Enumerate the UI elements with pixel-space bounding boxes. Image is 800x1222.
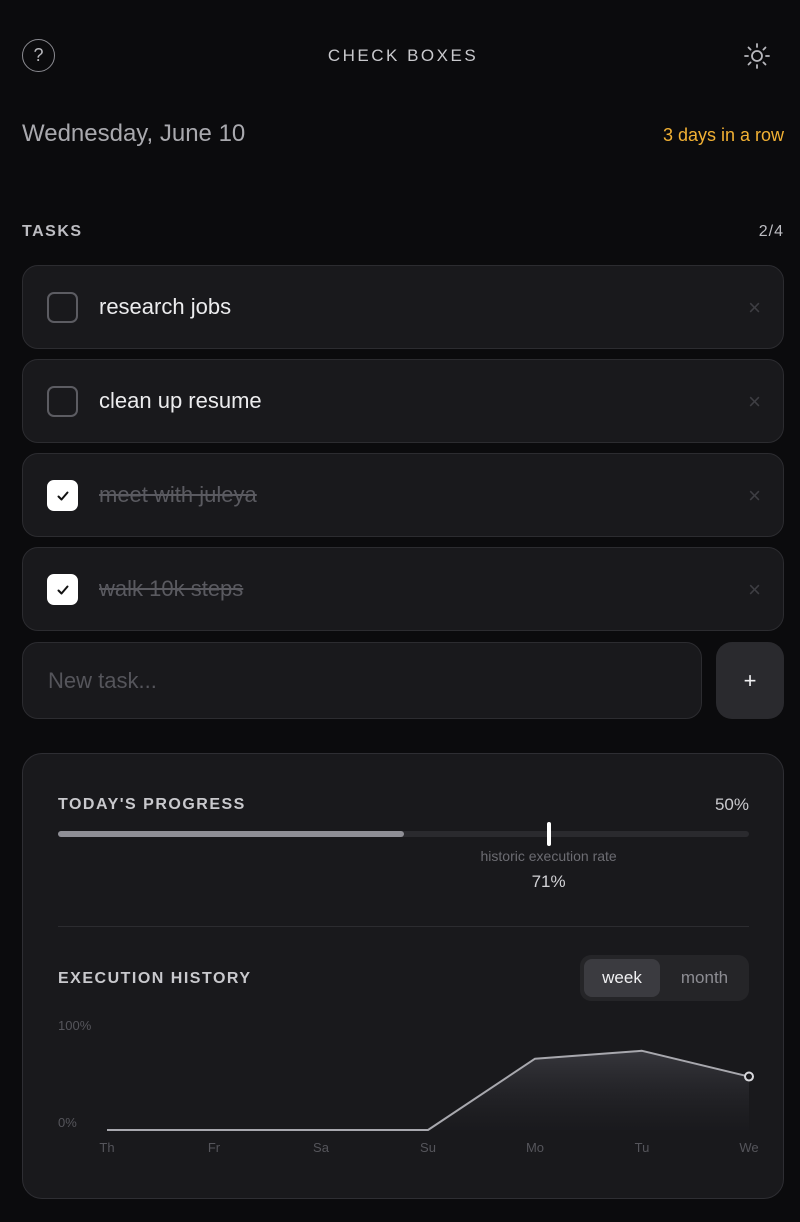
chart-point [744, 1071, 754, 1082]
task-item: meet with juleya × [22, 453, 784, 537]
task-label: research jobs [99, 294, 232, 319]
y-tick-label: 0% [58, 1115, 77, 1130]
task-checkbox-checked[interactable] [47, 574, 78, 605]
add-task-button[interactable]: + [716, 642, 784, 719]
tasks-count: 2/4 [758, 223, 784, 240]
week-toggle-button[interactable]: week [584, 959, 660, 997]
historic-rate-value: 71% [531, 872, 566, 891]
remove-task-icon[interactable]: × [748, 577, 761, 603]
x-tick-label: Mo [526, 1140, 544, 1155]
x-tick-label: Fr [208, 1140, 221, 1155]
current-date: Wednesday, June 10 [22, 120, 246, 147]
progress-bar [58, 822, 749, 846]
x-tick-label: Th [99, 1140, 114, 1155]
app-header: ? CHECK BOXES [22, 38, 784, 74]
execution-history-chart: Th Fr Sa Su Mo Tu We 100% 0% [58, 1018, 759, 1155]
chart-area [107, 1050, 749, 1130]
tasks-heading: TASKS [22, 223, 83, 240]
remove-task-icon[interactable]: × [748, 295, 761, 321]
progress-bar-fill [58, 831, 404, 837]
app-title: CHECK BOXES [327, 46, 479, 65]
new-task-input[interactable] [22, 642, 702, 719]
task-item: clean up resume × [22, 359, 784, 443]
historic-rate-caption: historic execution rate [480, 848, 617, 864]
month-toggle-button[interactable]: month [664, 959, 745, 997]
checkmark-icon [57, 491, 68, 500]
x-tick-label: Sa [313, 1140, 330, 1155]
task-checkbox[interactable] [47, 292, 78, 323]
range-toggle: week month [580, 955, 749, 1001]
task-checkbox-checked[interactable] [47, 480, 78, 511]
task-checkbox[interactable] [47, 386, 78, 417]
streak-badge: 3 days in a row [662, 125, 784, 145]
remove-task-icon[interactable]: × [748, 483, 761, 509]
task-label: meet with juleya [99, 482, 257, 507]
checkmark-icon [57, 585, 68, 594]
task-item: research jobs × [22, 265, 784, 349]
task-item: walk 10k steps × [22, 547, 784, 631]
y-tick-label: 100% [58, 1018, 92, 1033]
history-heading: EXECUTION HISTORY [58, 970, 252, 987]
remove-task-icon[interactable]: × [748, 389, 761, 415]
divider [58, 926, 749, 927]
x-tick-label: We [739, 1140, 758, 1155]
historic-rate-marker [546, 822, 551, 846]
x-tick-label: Su [420, 1140, 436, 1155]
theme-toggle-button[interactable] [742, 41, 772, 71]
sun-icon [744, 43, 770, 69]
stats-panel: TODAY'S PROGRESS 50% historic execution … [22, 753, 784, 1199]
task-label: walk 10k steps [99, 576, 244, 601]
progress-value: 50% [714, 795, 749, 814]
x-tick-label: Tu [635, 1140, 650, 1155]
task-label: clean up resume [99, 388, 262, 413]
progress-heading: TODAY'S PROGRESS [58, 796, 246, 813]
